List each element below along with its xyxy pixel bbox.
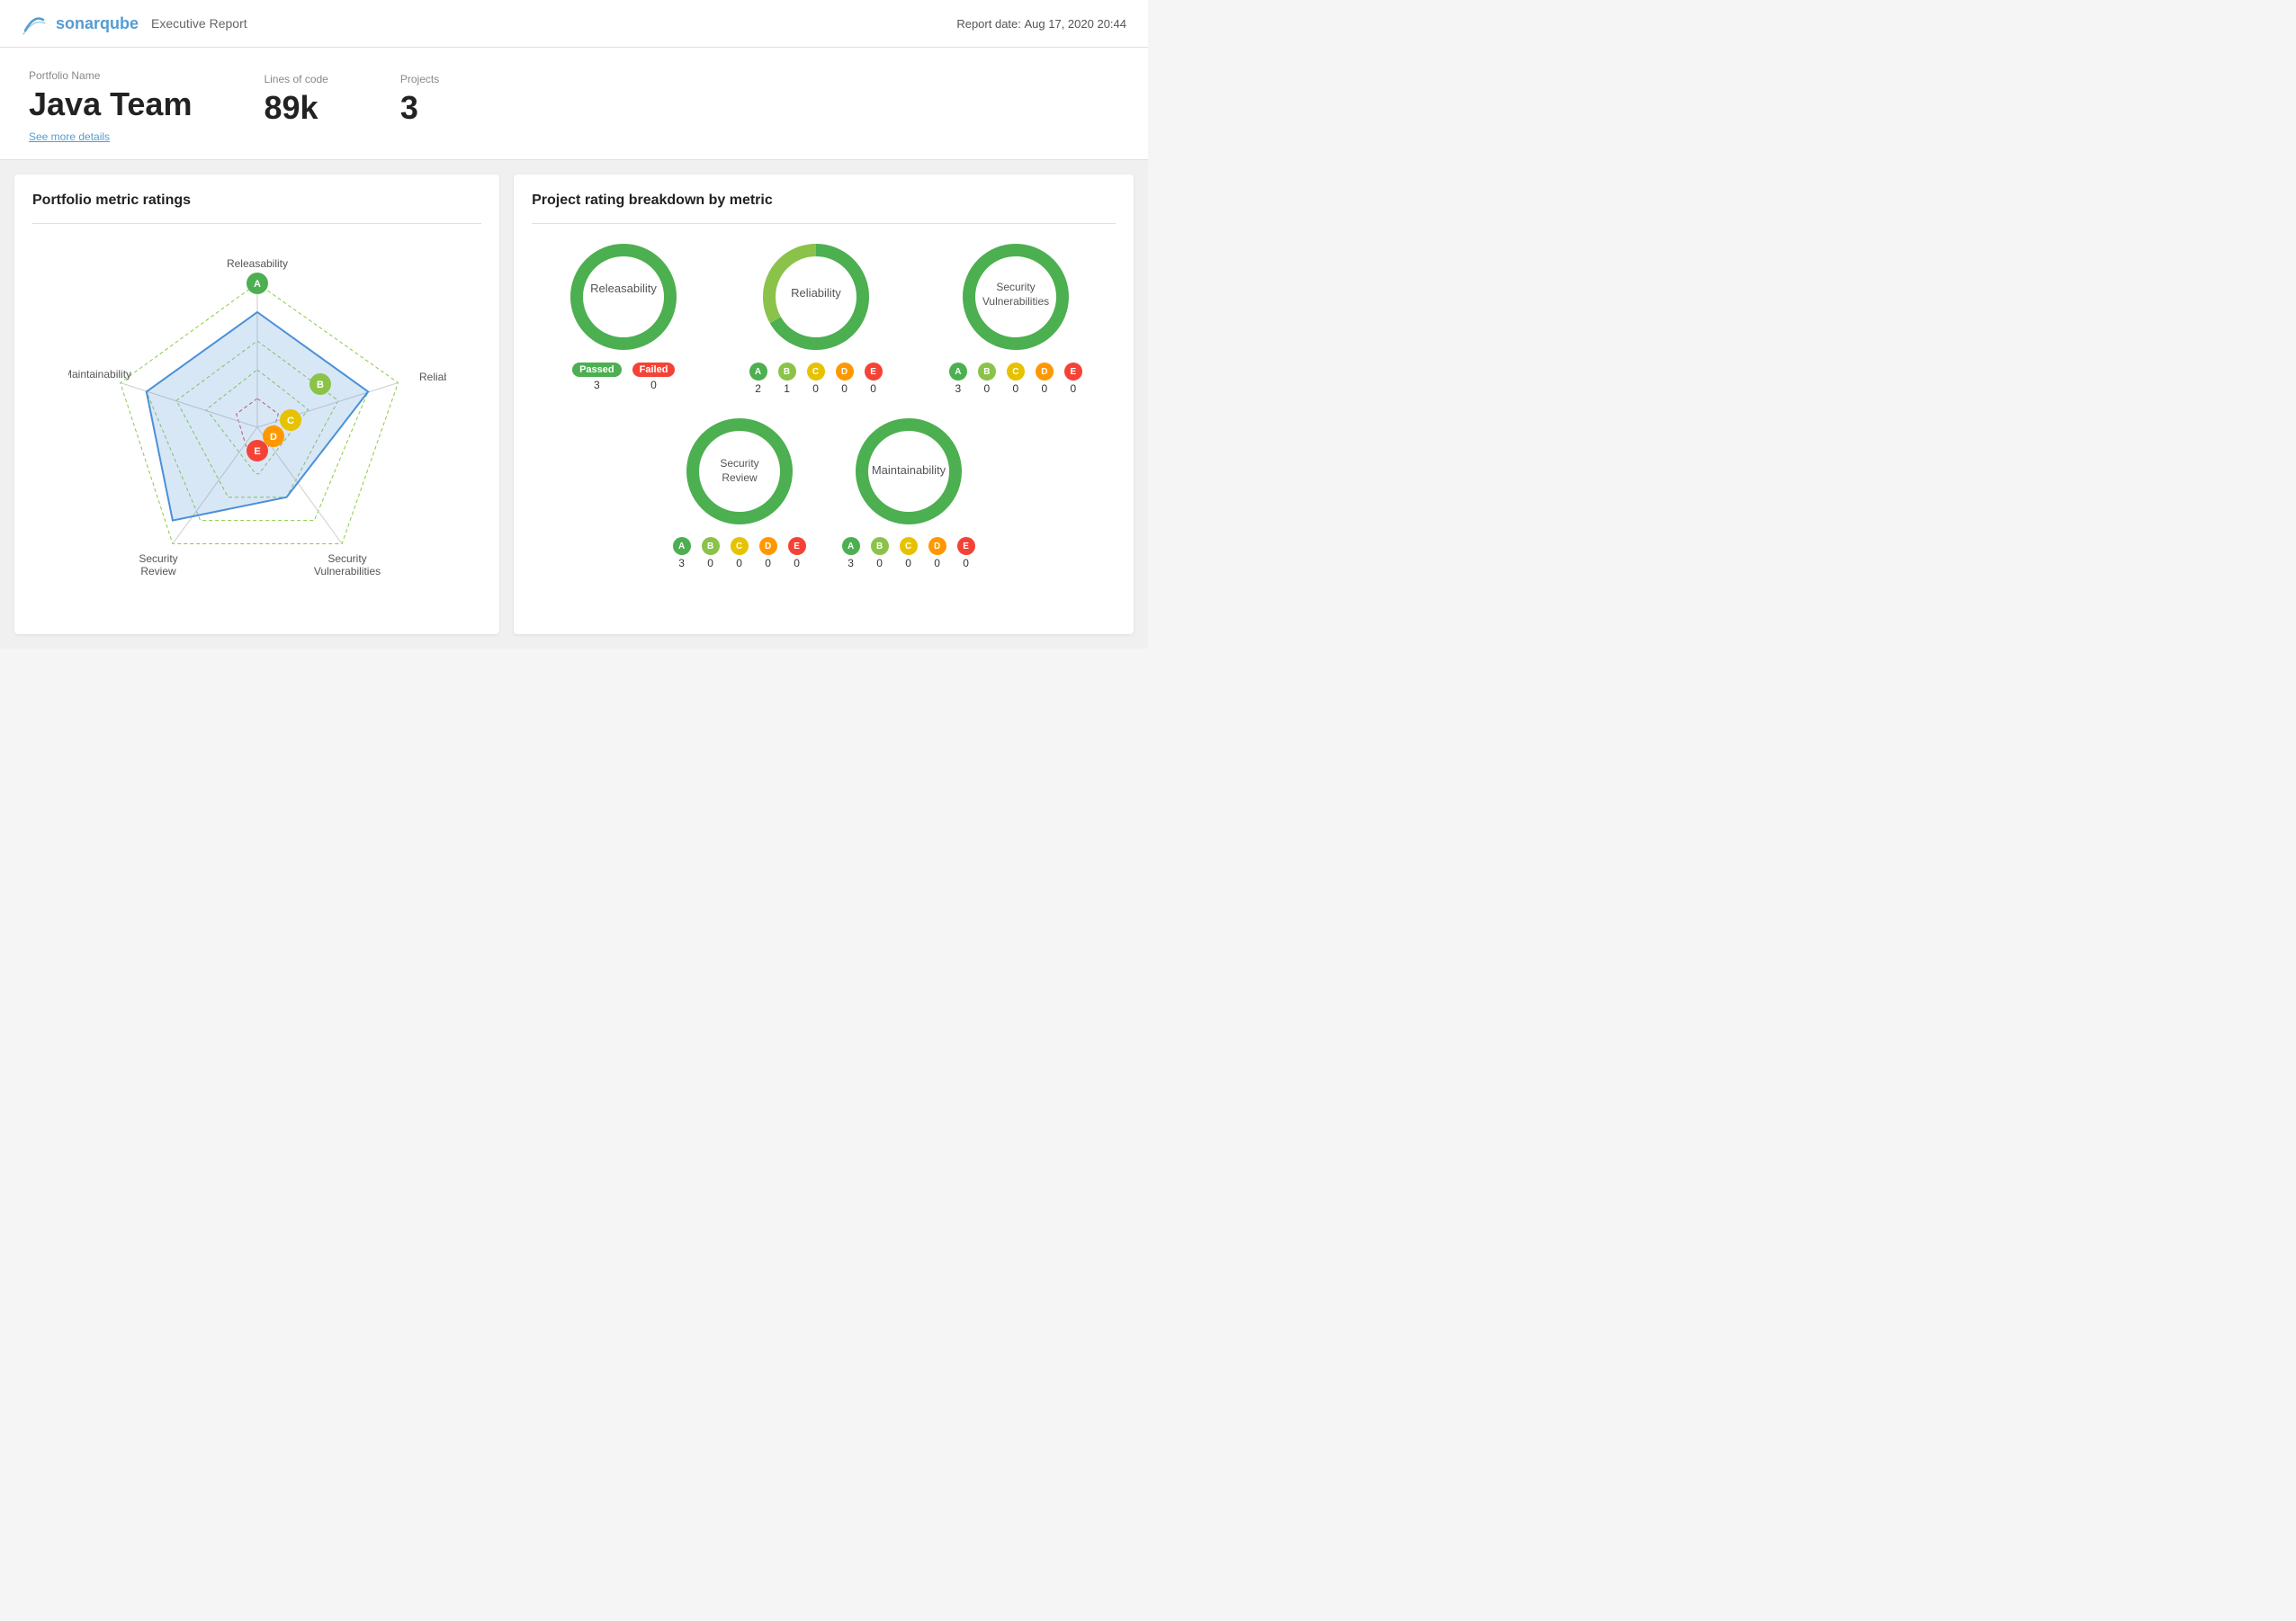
donut-releasability-chart: Releasability	[565, 238, 682, 355]
secreview-legend: A 3 B 0 C 0 D 0	[673, 537, 806, 569]
releasability-legend: Passed 3 Failed 0	[572, 363, 675, 391]
logo-area: sonarqube Executive Report	[22, 11, 247, 36]
axis-label-secreview-2: Review	[140, 565, 176, 578]
donut-security-review: Security Review A 3 B 0 C 0	[673, 413, 806, 569]
portfolio-name-area: Portfolio Name Java Team See more detail…	[29, 69, 192, 145]
axis-label-secvuln-1: Security	[327, 552, 366, 565]
svg-text:Maintainability: Maintainability	[871, 463, 946, 477]
donut-maintainability: Maintainability A 3 B 0 C 0	[842, 413, 975, 569]
portfolio-name: Java Team	[29, 85, 192, 123]
donut-secvuln-chart: Security Vulnerabilities	[957, 238, 1074, 355]
radar-chart: .pentagon { fill: none; stroke: #88cc44;…	[32, 238, 481, 616]
donut-reliability: Reliability A 2 B 1 C 0	[749, 238, 883, 395]
portfolio-metrics-card: Portfolio metric ratings .pentagon { fil…	[14, 175, 499, 634]
donut-security-vulnerabilities: Security Vulnerabilities A 3 B 0 C	[949, 238, 1082, 395]
donut-releasability: Releasability Passed 3 Failed 0	[565, 238, 682, 395]
axis-label-secreview-1: Security	[139, 552, 177, 565]
svg-text:Reliability: Reliability	[791, 286, 841, 300]
portfolio-section: Portfolio Name Java Team See more detail…	[0, 48, 1148, 160]
rating-e-label: E	[254, 446, 260, 457]
axis-label-releasability: Releasability	[227, 257, 288, 270]
portfolio-name-label: Portfolio Name	[29, 69, 192, 82]
failed-badge: Failed	[632, 363, 676, 377]
secvuln-legend: A 3 B 0 C 0 D 0	[949, 363, 1082, 395]
header: sonarqube Executive Report Report date: …	[0, 0, 1148, 48]
svg-text:Security: Security	[996, 281, 1035, 293]
projects-area: Projects 3	[400, 73, 439, 127]
donut-reliability-chart: Reliability	[758, 238, 874, 355]
rating-c-label: C	[287, 416, 294, 426]
see-more-link[interactable]: See more details	[29, 130, 110, 143]
report-type-label: Executive Report	[151, 16, 247, 31]
svg-text:Security: Security	[720, 457, 758, 470]
main-content: Portfolio metric ratings .pentagon { fil…	[0, 160, 1148, 649]
rating-b-label: B	[317, 380, 324, 390]
donut-secreview-chart: Security Review	[681, 413, 798, 530]
lines-of-code-area: Lines of code 89k	[264, 73, 327, 127]
passed-badge: Passed	[572, 363, 622, 377]
portfolio-metrics-title: Portfolio metric ratings	[32, 193, 481, 209]
svg-text:Vulnerabilities: Vulnerabilities	[982, 295, 1049, 308]
project-rating-card: Project rating breakdown by metric Relea…	[514, 175, 1134, 634]
svg-text:Releasability: Releasability	[590, 282, 657, 295]
rating-a-label: A	[254, 279, 261, 290]
axis-label-secvuln-2: Vulnerabilities	[313, 565, 380, 578]
svg-text:Review: Review	[722, 471, 758, 484]
radar-svg: .pentagon { fill: none; stroke: #88cc44;…	[68, 247, 446, 607]
axis-label-maintainability: Maintainability	[68, 368, 131, 381]
lines-of-code-label: Lines of code	[264, 73, 327, 85]
sonarqube-icon	[22, 11, 47, 36]
project-rating-title: Project rating breakdown by metric	[532, 193, 1116, 209]
logo-text: sonarqube	[56, 14, 139, 33]
donut-maintainability-chart: Maintainability	[850, 413, 967, 530]
axis-label-reliability: Reliability	[419, 371, 446, 383]
projects-value: 3	[400, 89, 439, 127]
reliability-legend: A 2 B 1 C 0 D 0	[749, 363, 883, 395]
lines-of-code-value: 89k	[264, 89, 327, 127]
bottom-donuts-row: Security Review A 3 B 0 C 0	[532, 413, 1116, 569]
radar-data-polygon	[146, 312, 367, 521]
top-donuts-row: Releasability Passed 3 Failed 0	[532, 238, 1116, 395]
maintainability-legend: A 3 B 0 C 0 D 0	[842, 537, 975, 569]
projects-label: Projects	[400, 73, 439, 85]
rating-d-label: D	[270, 432, 277, 443]
report-date: Report date: Aug 17, 2020 20:44	[956, 17, 1126, 31]
